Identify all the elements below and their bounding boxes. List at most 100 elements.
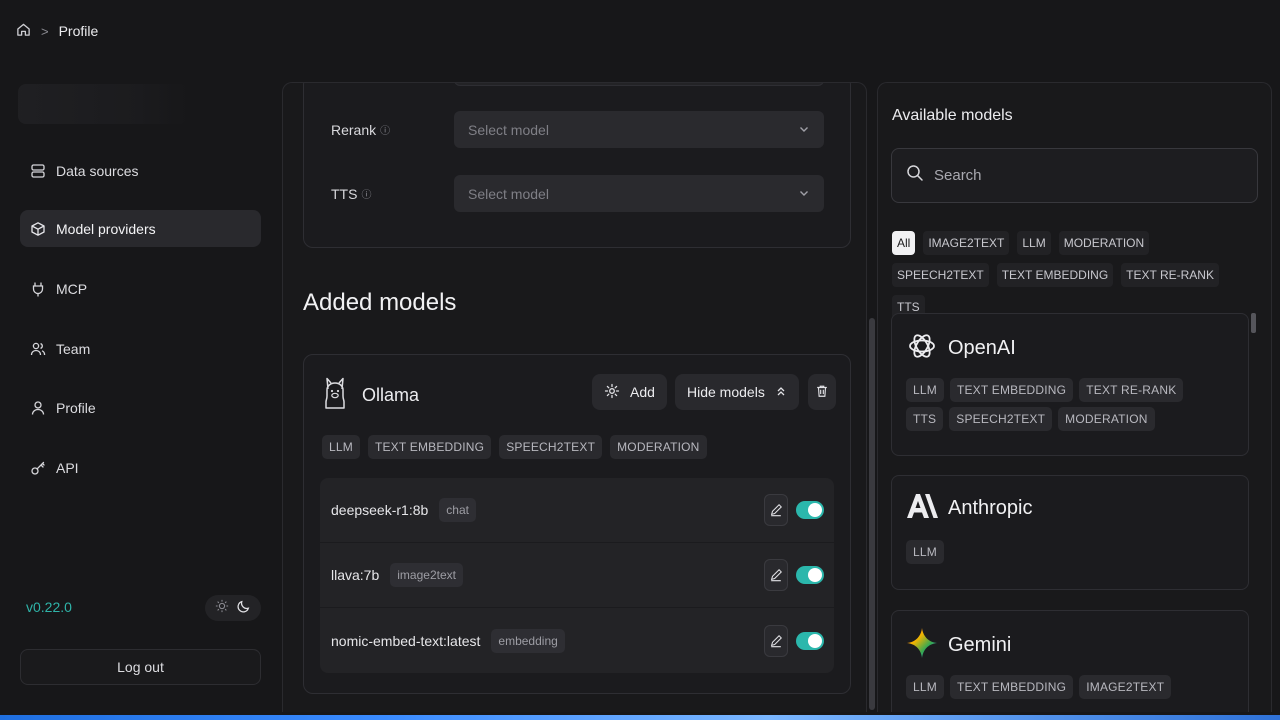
list-item: llava:7b image2text: [320, 543, 834, 608]
model-enabled-toggle[interactable]: [796, 501, 824, 519]
select-partial[interactable]: [454, 83, 824, 86]
cube-icon: [30, 221, 46, 237]
user-icon: [30, 400, 46, 416]
filter-chip-image2text[interactable]: IMAGE2TEXT: [923, 231, 1010, 255]
capability-tag: MODERATION: [1058, 407, 1155, 431]
filter-chip-moderation[interactable]: MODERATION: [1058, 231, 1150, 255]
model-type-tag: image2text: [390, 563, 463, 587]
add-model-button[interactable]: Add: [592, 374, 667, 410]
capability-tag: LLM: [322, 435, 360, 459]
added-models-title: Added models: [303, 289, 457, 316]
rerank-label: Rerank: [331, 121, 377, 138]
pencil-icon: [770, 634, 782, 647]
rerank-select[interactable]: Select model: [454, 111, 824, 148]
logout-button[interactable]: Log out: [20, 649, 261, 685]
provider-name: Ollama: [362, 385, 420, 405]
sidebar-item-data-sources[interactable]: Data sources: [20, 152, 261, 189]
search-box[interactable]: [891, 148, 1258, 203]
plug-icon: [30, 281, 46, 297]
tts-row: TTS ⓘ Select model: [331, 175, 824, 212]
rerank-select-placeholder: Select model: [468, 121, 549, 138]
filter-chip-text-embedding[interactable]: TEXT EMBEDDING: [996, 263, 1114, 287]
sidebar-item-api[interactable]: API: [20, 449, 261, 486]
main-scrollbar[interactable]: [869, 318, 875, 710]
filter-chip-speech2text[interactable]: SPEECH2TEXT: [892, 263, 989, 287]
capability-tag: IMAGE2TEXT: [1079, 675, 1172, 699]
sidebar-logo-placeholder: [18, 84, 188, 124]
delete-provider-button[interactable]: [808, 374, 836, 410]
edit-model-button[interactable]: [764, 494, 788, 526]
available-models-panel: Available models All IMAGE2TEXT LLM MODE…: [877, 82, 1272, 712]
available-provider-list: OpenAI LLM TEXT EMBEDDING TEXT RE-RANK T…: [891, 313, 1251, 712]
sidebar-item-label: Profile: [56, 399, 96, 416]
capability-tag: SPEECH2TEXT: [949, 407, 1053, 431]
database-icon: [30, 163, 46, 179]
version-label: v0.22.0: [26, 599, 72, 615]
model-name: deepseek-r1:8b: [331, 502, 429, 518]
gemini-logo-icon: [906, 627, 938, 664]
model-type-tag: chat: [439, 498, 476, 522]
trash-icon: [815, 384, 829, 401]
provider-name: Gemini: [948, 634, 1012, 656]
available-scrollbar[interactable]: [1251, 313, 1256, 333]
model-name: llava:7b: [331, 567, 380, 583]
model-list: deepseek-r1:8b chat llava:7b image2text …: [320, 478, 834, 673]
search-input[interactable]: [934, 167, 1234, 184]
sidebar: Data sources Model providers MCP Team Pr…: [0, 62, 280, 720]
tts-select[interactable]: Select model: [454, 175, 824, 212]
sidebar-item-label: Data sources: [56, 162, 139, 179]
gear-icon: [604, 383, 620, 402]
provider-card-ollama: Ollama Add Hide models LLM TEXT EMBEDDIN…: [303, 354, 851, 694]
sidebar-item-label: API: [56, 459, 79, 476]
model-enabled-toggle[interactable]: [796, 566, 824, 584]
rerank-row: Rerank ⓘ Select model: [331, 111, 824, 148]
capability-tag: TEXT EMBEDDING: [949, 378, 1074, 402]
edit-model-button[interactable]: [764, 624, 788, 657]
capability-tag: LLM: [906, 378, 944, 402]
filter-chip-text-rerank[interactable]: TEXT RE-RANK: [1121, 263, 1219, 287]
breadcrumb-separator: >: [41, 23, 49, 39]
sidebar-item-model-providers[interactable]: Model providers: [20, 210, 261, 247]
sidebar-item-mcp[interactable]: MCP: [20, 270, 261, 307]
capability-tag: TEXT EMBEDDING: [367, 435, 492, 459]
sidebar-item-label: Model providers: [56, 220, 156, 237]
openai-logo-icon: [906, 330, 938, 367]
chevrons-up-icon: [775, 384, 787, 400]
list-item: nomic-embed-text:latest embedding: [320, 608, 834, 673]
capability-tag: LLM: [906, 675, 944, 699]
list-item: deepseek-r1:8b chat: [320, 478, 834, 543]
taskbar-edge: [0, 715, 1280, 720]
provider-card-openai[interactable]: OpenAI LLM TEXT EMBEDDING TEXT RE-RANK T…: [891, 313, 1249, 456]
sidebar-item-team[interactable]: Team: [20, 330, 261, 367]
ollama-logo-icon: [322, 375, 348, 416]
breadcrumb-current: Profile: [58, 23, 99, 39]
home-icon[interactable]: [16, 22, 31, 40]
sidebar-item-label: Team: [56, 340, 91, 357]
capability-tag: TEXT EMBEDDING: [949, 675, 1074, 699]
anthropic-logo-icon: [906, 492, 938, 525]
tts-label: TTS: [331, 185, 358, 202]
key-icon: [30, 460, 46, 476]
filter-chip-llm[interactable]: LLM: [1017, 231, 1051, 255]
default-models-card: Rerank ⓘ Select model TTS ⓘ Select model: [303, 83, 851, 248]
provider-card-gemini[interactable]: Gemini LLM TEXT EMBEDDING IMAGE2TEXT: [891, 610, 1249, 712]
provider-card-anthropic[interactable]: Anthropic LLM: [891, 475, 1249, 590]
moon-icon[interactable]: [237, 599, 251, 618]
model-settings-panel: Rerank ⓘ Select model TTS ⓘ Select model: [282, 82, 867, 712]
available-models-title: Available models: [892, 107, 1013, 124]
tts-select-placeholder: Select model: [468, 185, 549, 202]
search-icon: [906, 164, 924, 187]
capability-tag: TEXT RE-RANK: [1079, 378, 1184, 402]
sidebar-item-label: MCP: [56, 280, 88, 297]
info-icon[interactable]: ⓘ: [361, 186, 371, 201]
sidebar-item-profile[interactable]: Profile: [20, 389, 261, 426]
theme-toggle[interactable]: [205, 595, 261, 621]
edit-model-button[interactable]: [764, 559, 788, 591]
provider-name: OpenAI: [948, 337, 1016, 359]
sun-icon[interactable]: [215, 599, 229, 618]
model-enabled-toggle[interactable]: [796, 631, 824, 650]
hide-models-button[interactable]: Hide models: [675, 374, 799, 410]
capability-tag: SPEECH2TEXT: [499, 435, 603, 459]
info-icon[interactable]: ⓘ: [380, 122, 390, 137]
filter-chip-all[interactable]: All: [892, 231, 916, 255]
